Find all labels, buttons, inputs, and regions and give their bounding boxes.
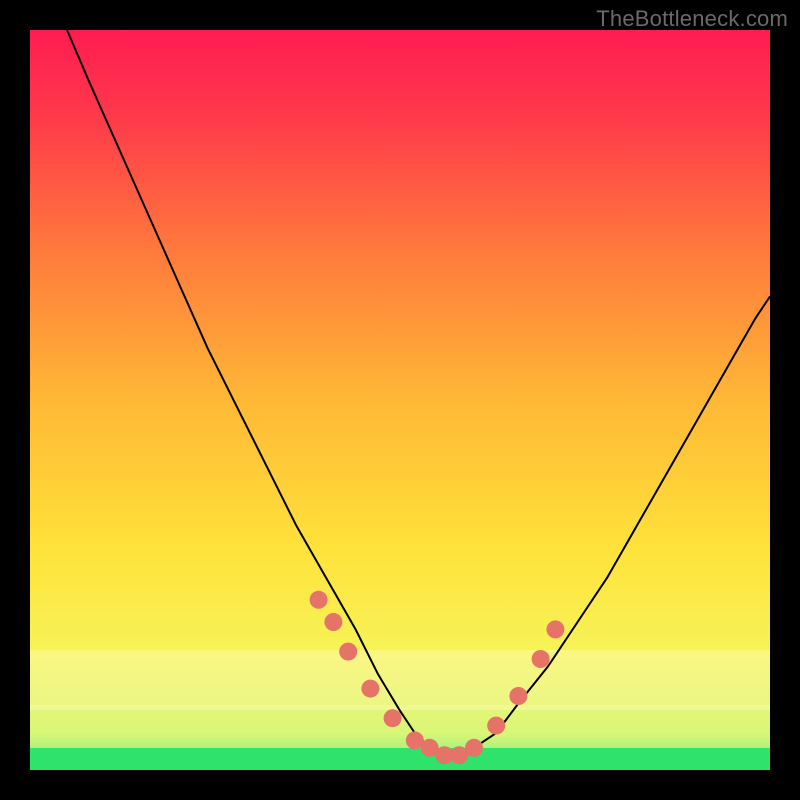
dot bbox=[532, 650, 550, 668]
chart-svg bbox=[30, 30, 770, 770]
plot-area bbox=[30, 30, 770, 770]
watermark-text: TheBottleneck.com bbox=[596, 6, 788, 32]
dot bbox=[361, 680, 379, 698]
dot bbox=[324, 613, 342, 631]
dot bbox=[509, 687, 527, 705]
dot bbox=[384, 709, 402, 727]
dot bbox=[487, 717, 505, 735]
pale-band-upper bbox=[30, 650, 770, 710]
dot bbox=[310, 591, 328, 609]
dot bbox=[546, 620, 564, 638]
chart-frame: { "watermark": "TheBottleneck.com", "cha… bbox=[0, 0, 800, 800]
dot bbox=[339, 643, 357, 661]
dot bbox=[465, 739, 483, 757]
green-bottom-band bbox=[30, 748, 770, 770]
